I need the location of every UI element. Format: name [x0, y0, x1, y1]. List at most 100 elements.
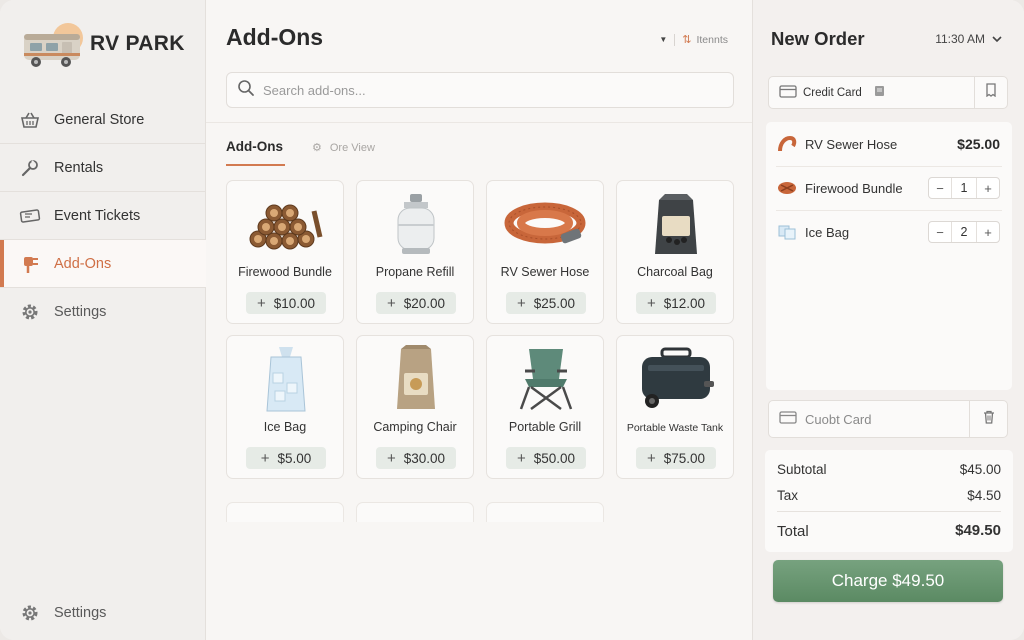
payment-method-row[interactable]: Credit Card	[768, 76, 1008, 109]
sidebar-item-label: Add-Ons	[54, 255, 112, 272]
quantity-stepper[interactable]: − 1 +	[928, 177, 1000, 199]
divider	[674, 33, 676, 46]
add-ice-bag-button[interactable]: + $5.00	[246, 447, 326, 469]
product-price: $12.00	[663, 295, 706, 311]
product-card-propane-refill[interactable]: Propane Refill + $20.00	[356, 180, 474, 324]
sidebar-bottom: Settings	[0, 590, 206, 636]
sidebar: RV PARK General Store Rentals Event Tick…	[0, 0, 206, 640]
sidebar-bottom-settings[interactable]: Settings	[0, 590, 206, 636]
product-card-portable-grill[interactable]: Portable Grill + $50.00	[486, 335, 604, 479]
payment-method-row[interactable]: Cuobt Card	[768, 400, 1008, 438]
search-input[interactable]	[263, 82, 703, 98]
divider	[206, 122, 752, 123]
add-propane-refill-button[interactable]: + $20.00	[376, 292, 456, 314]
order-panel: New Order 11:30 AM Credit Card RV Sewer …	[752, 0, 1024, 640]
product-price: $5.00	[277, 450, 312, 466]
decrement-button[interactable]: −	[929, 178, 951, 198]
charge-button[interactable]: Charge $49.50	[773, 560, 1003, 602]
increment-button[interactable]: +	[977, 178, 999, 198]
sidebar-item-settings[interactable]: Settings	[0, 288, 206, 335]
quantity-value: 2	[951, 222, 977, 242]
receipt-icon	[985, 83, 997, 102]
sidebar-item-event-tickets[interactable]: Event Tickets	[0, 192, 206, 239]
order-item-name: RV Sewer Hose	[805, 136, 898, 152]
tax-label: Tax	[777, 488, 799, 503]
payment-method-label: Credit Card	[803, 86, 862, 99]
plus-icon: +	[516, 294, 526, 312]
sidebar-nav: General Store Rentals Event Tickets Add-…	[0, 96, 206, 335]
sidebar-item-add-ons[interactable]: Add-Ons	[0, 240, 206, 287]
sidebar-item-rentals[interactable]: Rentals	[0, 144, 206, 191]
ice-bag-image	[241, 342, 331, 414]
payment-method-selector[interactable]: Credit Card	[769, 77, 975, 108]
chevron-down-icon	[992, 32, 1002, 46]
add-firewood-bundle-button[interactable]: + $10.00	[246, 292, 326, 314]
product-price: $10.00	[273, 295, 316, 311]
brand: RV PARK	[22, 18, 185, 70]
order-item-firewood-bundle[interactable]: Firewood Bundle − 1 +	[766, 166, 1012, 210]
product-card-firewood-bundle[interactable]: Firewood Bundle + $10.00	[226, 180, 344, 324]
plus-icon: +	[256, 294, 266, 312]
order-title: New Order	[771, 28, 865, 49]
ice-cube-icon	[776, 221, 798, 243]
product-card-ice-bag[interactable]: Ice Bag + $5.00	[226, 335, 344, 479]
add-rv-sewer-hose-button[interactable]: + $25.00	[506, 292, 586, 314]
page-title: Add-Ons	[226, 24, 324, 50]
product-card-placeholder	[356, 502, 474, 522]
order-item-name: Firewood Bundle	[805, 180, 903, 196]
total-value: $49.50	[955, 522, 1001, 539]
order-totals: Subtotal $45.00 Tax $4.50 Total $49.50	[765, 450, 1013, 552]
order-item-ice-bag[interactable]: Ice Bag − 2 +	[766, 210, 1012, 254]
sidebar-item-general-store[interactable]: General Store	[0, 96, 206, 143]
increment-button[interactable]: +	[977, 222, 999, 242]
product-price: $75.00	[663, 450, 706, 466]
plug-icon	[19, 253, 41, 275]
ticket-icon	[19, 205, 41, 227]
wrench-icon	[19, 157, 41, 179]
sidebar-item-label: General Store	[54, 111, 145, 128]
plus-icon: +	[516, 449, 526, 467]
subtotal-label: Subtotal	[777, 462, 827, 477]
product-card-portable-waste-tank[interactable]: Portable Waste Tank + $75.00	[616, 335, 734, 479]
product-name: Charcoal Bag	[637, 265, 713, 279]
quantity-stepper[interactable]: − 2 +	[928, 221, 1000, 243]
add-portable-waste-tank-button[interactable]: + $75.00	[636, 447, 716, 469]
product-card-rv-sewer-hose[interactable]: RV Sewer Hose + $25.00	[486, 180, 604, 324]
product-name: Ice Bag	[263, 420, 307, 434]
order-item-name: Ice Bag	[805, 224, 850, 240]
product-card-charcoal-bag[interactable]: Charcoal Bag + $12.00	[616, 180, 734, 324]
order-item-price: $25.00	[957, 136, 1000, 152]
decrement-button[interactable]: −	[929, 222, 951, 242]
sewer-hose-image	[501, 187, 591, 259]
tax-value: $4.50	[967, 488, 1001, 503]
receipt-button[interactable]	[974, 77, 1007, 108]
credit-card-icon	[779, 411, 797, 427]
items-filter-label: Itennts	[696, 33, 728, 46]
product-name: Portable Waste Tank	[626, 422, 724, 434]
order-time-dropdown[interactable]: 11:30 AM	[935, 32, 1002, 46]
add-charcoal-bag-button[interactable]: + $12.00	[636, 292, 716, 314]
payment-method-selector[interactable]: Cuobt Card	[769, 401, 969, 437]
basket-icon	[19, 109, 41, 131]
plus-icon: +	[260, 449, 270, 467]
charcoal-bag-image	[631, 187, 721, 259]
delete-payment-button[interactable]	[969, 401, 1007, 437]
waste-tank-image	[631, 342, 721, 414]
tab-ore-view[interactable]: ⚙ Ore View	[312, 141, 375, 155]
sidebar-item-label: Settings	[54, 605, 107, 621]
tab-add-ons[interactable]: Add-Ons	[226, 139, 285, 166]
plus-icon: +	[646, 449, 656, 467]
product-card-placeholder	[486, 502, 604, 522]
add-camping-chair-button[interactable]: + $30.00	[376, 447, 456, 469]
gear-icon	[19, 301, 41, 323]
search-bar[interactable]	[226, 72, 734, 108]
product-price: $30.00	[403, 450, 446, 466]
product-name: Firewood Bundle	[238, 265, 332, 279]
product-price: $20.00	[403, 295, 446, 311]
add-portable-grill-button[interactable]: + $50.00	[506, 447, 586, 469]
product-card-camping-chair[interactable]: Camping Chair + $30.00	[356, 335, 474, 479]
firewood-icon	[776, 177, 798, 199]
items-filter-control[interactable]: ▼ ⇅ Itennts	[659, 33, 728, 46]
sort-icon: ⇅	[682, 34, 692, 46]
order-item-rv-sewer-hose[interactable]: RV Sewer Hose $25.00	[766, 122, 1012, 166]
